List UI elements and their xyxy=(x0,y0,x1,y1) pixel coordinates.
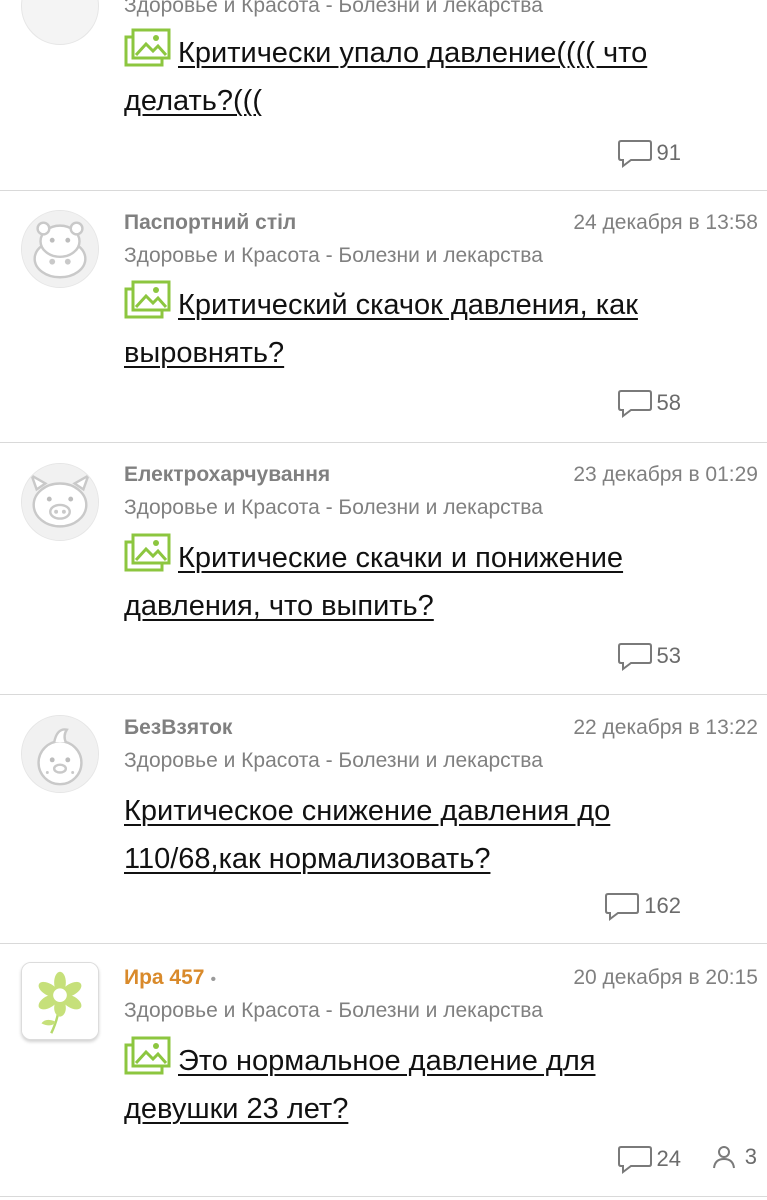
avatar[interactable] xyxy=(21,463,99,541)
comment-icon xyxy=(617,1146,652,1174)
post-title-link[interactable]: Критический скачок давления, как выровня… xyxy=(124,280,724,377)
post-category[interactable]: Здоровье и Красота - Болезни и лекарства xyxy=(124,999,543,1023)
post-date: 23 декабря в 01:29 xyxy=(573,463,758,486)
post-item: Ира 457 • 20 декабря в 20:15 Здоровье и К… xyxy=(0,944,767,1197)
post-author[interactable]: Ира 457 • xyxy=(124,966,216,990)
post-title-link[interactable]: Критически упало давление(((( что делать… xyxy=(124,28,724,125)
post-title-link[interactable]: Критические скачки и понижение давления,… xyxy=(124,533,724,630)
post-date: 24 декабря в 13:58 xyxy=(573,211,758,234)
comments-count[interactable]: 53 xyxy=(617,641,681,671)
post-category[interactable]: Здоровье и Красота - Болезни и лекарства xyxy=(124,0,543,18)
post-author[interactable]: БезВзяток xyxy=(124,716,232,740)
chick-avatar-icon xyxy=(22,716,98,792)
pig-avatar-icon xyxy=(22,464,98,540)
user-icon xyxy=(712,1146,735,1169)
post-date: 22 декабря в 13:22 xyxy=(573,716,758,739)
avatar[interactable] xyxy=(21,715,99,793)
post-author[interactable]: Паспортний стіл xyxy=(124,211,296,235)
image-attachment-icon xyxy=(124,28,171,67)
comments-count[interactable]: 162 xyxy=(604,891,681,921)
comments-count[interactable]: 24 xyxy=(617,1144,681,1174)
post-author[interactable]: Електрохарчування xyxy=(124,463,330,487)
comment-icon xyxy=(617,140,652,168)
comments-count[interactable]: 91 xyxy=(617,138,681,168)
post-item: БезВзяток 22 декабря в 13:22 Здоровье и … xyxy=(0,695,767,944)
post-item: Здоровье и Красота - Болезни и лекарства… xyxy=(0,0,767,191)
viewers-count[interactable]: 3 xyxy=(711,1144,757,1170)
avatar[interactable] xyxy=(21,0,99,45)
avatar[interactable] xyxy=(21,962,99,1040)
comment-icon xyxy=(617,390,652,418)
comments-count[interactable]: 58 xyxy=(617,388,681,418)
online-dot: • xyxy=(210,971,217,988)
post-title-link[interactable]: Это нормальное давление для девушки 23 л… xyxy=(124,1036,684,1133)
post-title-link[interactable]: Критическое снижение давления до 110/68,… xyxy=(124,787,714,883)
image-attachment-icon xyxy=(124,1036,171,1075)
hippo-avatar-icon xyxy=(22,211,98,287)
avatar[interactable] xyxy=(21,210,99,288)
comment-icon xyxy=(605,893,640,921)
image-attachment-icon xyxy=(124,280,171,319)
post-category[interactable]: Здоровье и Красота - Болезни и лекарства xyxy=(124,496,543,520)
post-item: Електрохарчування 23 декабря в 01:29 Здо… xyxy=(0,443,767,695)
post-item: Паспортний стіл 24 декабря в 13:58 Здоро… xyxy=(0,190,767,443)
post-category[interactable]: Здоровье и Красота - Болезни и лекарства xyxy=(124,244,543,268)
post-category[interactable]: Здоровье и Красота - Болезни и лекарства xyxy=(124,749,543,773)
post-date: 20 декабря в 20:15 xyxy=(573,966,758,989)
image-attachment-icon xyxy=(124,533,171,572)
comment-icon xyxy=(617,643,652,671)
flower-avatar-icon xyxy=(22,963,98,1039)
